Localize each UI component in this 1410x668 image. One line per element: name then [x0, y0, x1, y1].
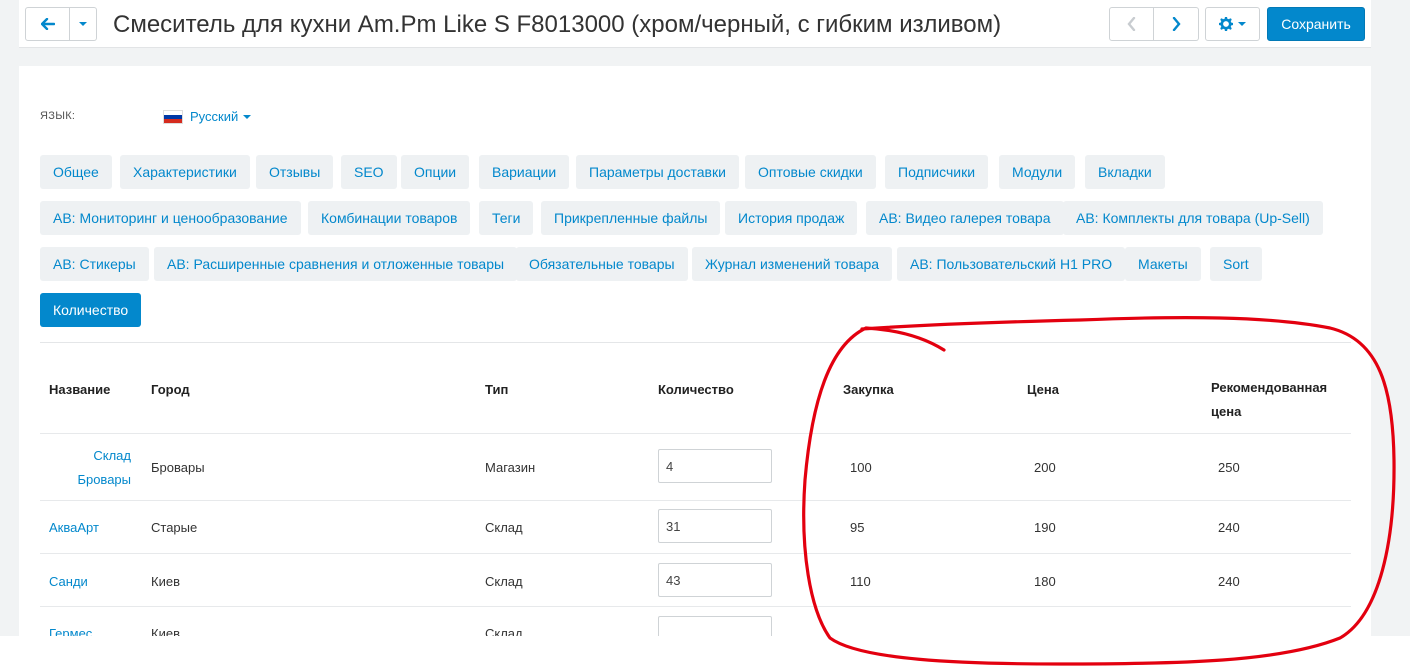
red-annotation-circle	[802, 316, 1396, 666]
